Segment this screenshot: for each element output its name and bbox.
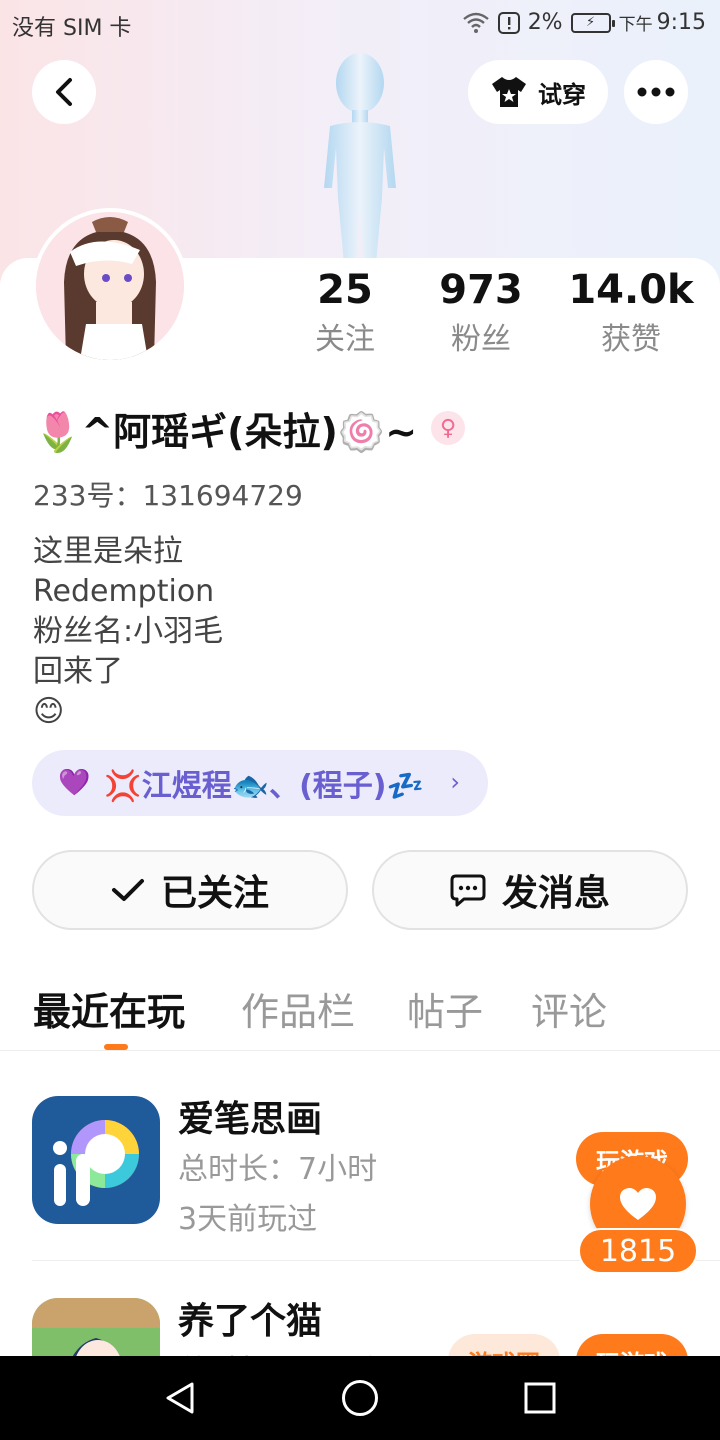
square-recents-icon <box>524 1382 556 1414</box>
bio: 这里是朵拉 Redemption 粉丝名:小羽毛 回来了 😊 <box>33 532 223 732</box>
battery-icon: ⚡ <box>570 12 615 33</box>
fans-label: 粉丝 <box>451 322 511 357</box>
relationship-text: 💢江煜程🐟、(程子)💤 <box>104 769 424 804</box>
following-count: 25 <box>317 267 373 313</box>
bio-line: 回来了 <box>33 654 123 689</box>
carrier-text: 没有 SIM 卡 <box>12 16 132 41</box>
nickname: 🌷^阿瑶ギ(朵拉)🍥~ <box>34 409 418 454</box>
game-name: 爱笔思画 <box>178 1099 323 1140</box>
avatar-3d-figure <box>324 53 396 263</box>
nav-home-button[interactable] <box>338 1376 382 1420</box>
more-options-button[interactable] <box>624 60 688 124</box>
bio-line: 粉丝名:小羽毛 <box>33 614 224 649</box>
followed-label: 已关注 <box>160 873 269 914</box>
alert-icon <box>497 11 520 34</box>
system-navigation-bar <box>0 1356 720 1440</box>
back-arrow-icon <box>56 78 72 106</box>
triangle-back-icon <box>166 1382 194 1414</box>
likes-count: 14.0k <box>568 267 694 313</box>
fans-count: 973 <box>439 267 523 313</box>
user-id: 233号：131694729 <box>33 479 303 512</box>
bio-line: Redemption <box>33 574 215 609</box>
ampm-text: 下午 <box>618 15 653 35</box>
nav-back-button[interactable] <box>158 1376 202 1420</box>
followed-button[interactable]: 已关注 <box>32 850 348 930</box>
heart-icon <box>620 1188 656 1220</box>
game-name: 养了个猫 <box>178 1301 323 1342</box>
more-icon <box>637 87 675 97</box>
wifi-icon <box>462 12 489 33</box>
avatar-image <box>36 212 184 360</box>
battery-percent: 2% <box>527 10 563 35</box>
tab-works[interactable]: 作品栏 <box>241 981 355 1036</box>
check-icon <box>111 879 144 901</box>
bio-line: 这里是朵拉 <box>33 534 183 569</box>
profile-tabs: 最近在玩 作品栏 帖子 评论 <box>0 975 720 1051</box>
try-on-button[interactable]: 试穿 <box>468 60 608 124</box>
relationship-tag[interactable]: 💜 💢江煜程🐟、(程子)💤 › <box>32 750 488 816</box>
like-count: 1815 <box>578 1228 698 1274</box>
tab-comments[interactable]: 评论 <box>531 981 607 1036</box>
try-on-label: 试穿 <box>538 80 586 109</box>
nav-recents-button[interactable] <box>518 1376 562 1420</box>
nickname-row: 🌷^阿瑶ギ(朵拉)🍥~ ♀ <box>34 398 466 458</box>
ibispaint-app-icon <box>32 1096 160 1224</box>
circle-home-icon <box>342 1380 378 1416</box>
clock-text: 9:15 <box>656 10 706 35</box>
bio-line: 😊 <box>33 694 65 729</box>
tab-posts[interactable]: 帖子 <box>407 981 483 1036</box>
fans-stat[interactable]: 973 粉丝 <box>406 266 556 362</box>
chat-bubble-icon <box>450 874 486 907</box>
chevron-right-icon: › <box>450 768 460 796</box>
female-gender-icon: ♀ <box>431 411 466 445</box>
likes-stat[interactable]: 14.0k 获赞 <box>556 266 706 362</box>
back-button[interactable] <box>32 60 96 124</box>
game-duration: 总时长：7小时 <box>178 1152 378 1187</box>
game-last-played: 3天前玩过 <box>178 1202 318 1237</box>
avatar[interactable] <box>32 208 188 364</box>
active-tab-indicator <box>104 1044 128 1050</box>
like-float-button[interactable]: 1815 <box>578 1156 698 1276</box>
shirt-icon <box>492 77 526 107</box>
following-stat[interactable]: 25 关注 <box>270 266 420 362</box>
heart-icon: 💜 <box>58 768 91 798</box>
send-message-label: 发消息 <box>501 873 610 914</box>
likes-label: 获赞 <box>601 322 661 357</box>
send-message-button[interactable]: 发消息 <box>372 850 688 930</box>
following-label: 关注 <box>315 322 375 357</box>
tab-recently-played[interactable]: 最近在玩 <box>33 981 185 1036</box>
status-bar: 没有 SIM 卡 2% ⚡ 下午 9:15 <box>0 0 720 50</box>
